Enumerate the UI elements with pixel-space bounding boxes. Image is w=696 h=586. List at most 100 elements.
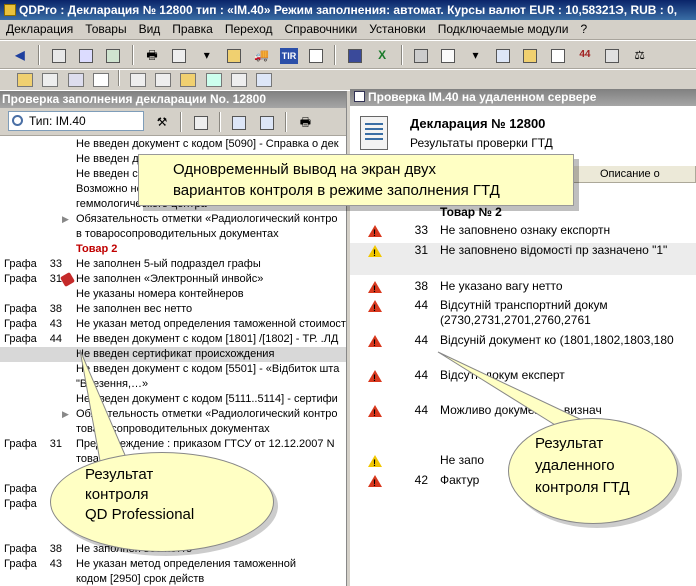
list-item[interactable]: Графа 44 Не введен документ с кодом [1801]… <box>0 332 346 347</box>
list-item[interactable]: Не введен документ с кодом [5111..5114] … <box>0 392 346 407</box>
excel-icon[interactable]: X <box>372 45 392 65</box>
scales-icon[interactable]: ⚖ <box>630 45 650 65</box>
list-item[interactable]: "Ввезення,…» <box>0 377 346 392</box>
columns-icon[interactable] <box>155 73 172 87</box>
list-item[interactable]: Не указаны номера контейнеров <box>0 287 346 302</box>
list-item[interactable]: Графа 33 Не заполнен 5-ый подраздел графы <box>0 257 346 272</box>
app-icon <box>4 4 16 16</box>
frame-icon[interactable] <box>438 45 458 65</box>
help-icon[interactable] <box>256 73 273 87</box>
list-item[interactable]: ▶ Обязательность отметки «Радиологический… <box>0 212 346 227</box>
pencil-icon[interactable] <box>59 271 76 288</box>
list-item[interactable]: Не введен документ с кодом [5501] - «Від… <box>0 362 346 377</box>
menu-item[interactable]: Товары <box>79 20 132 39</box>
layout-icon[interactable] <box>67 73 84 87</box>
expand-arrow-icon[interactable]: ▶ <box>62 212 69 227</box>
paste-icon[interactable] <box>76 45 96 65</box>
result-row[interactable]: 44 Відсуній документ кo (1801,1802,1803,1… <box>350 333 696 365</box>
menu-item[interactable]: Вид <box>133 20 167 39</box>
checklist-icon[interactable] <box>548 45 568 65</box>
field-number: 38 <box>49 303 62 315</box>
check-message: Не заполнен вес нетто <box>76 303 193 315</box>
list-item[interactable]: Графа 43 Не указан метод определения тамож… <box>0 317 346 332</box>
results-subtitle: Результаты проверки ГТД <box>410 136 553 150</box>
list-item[interactable]: Графа 31 Предупреждение : приказом ГТСУ от… <box>0 437 346 452</box>
result-row[interactable]: 44 Відсутн докум експерт <box>350 368 696 400</box>
grid-small-icon[interactable] <box>231 73 248 87</box>
menu-item[interactable]: Справочники <box>279 20 364 39</box>
result-number: 38 <box>414 279 428 293</box>
print-icon[interactable]: 🖶 <box>295 112 315 132</box>
field-label: Графа <box>4 558 37 570</box>
open-icon[interactable] <box>17 73 33 87</box>
list-item[interactable]: Не введен сертификат происхождения <box>0 347 346 362</box>
badge-44-button[interactable]: 44 <box>575 45 595 65</box>
dropdown-arrow-icon[interactable]: ▾ <box>197 45 217 65</box>
field-number: 43 <box>49 558 62 570</box>
view-icon[interactable] <box>129 73 146 87</box>
calendar-icon[interactable] <box>493 45 513 65</box>
window-icon <box>354 91 365 102</box>
callout-banner-line1: Одновременный вывод на экран двух <box>173 161 436 178</box>
result-number: 31 <box>414 243 428 257</box>
list-item[interactable]: товаросопроводительных документах <box>0 422 346 437</box>
history-icon[interactable] <box>42 73 59 87</box>
menu-item[interactable]: ? <box>574 20 593 39</box>
toolbar-separator <box>285 112 288 132</box>
list-item[interactable]: Товар 2 <box>0 242 346 257</box>
list-item[interactable]: в товаросопроводительных документах <box>0 227 346 242</box>
chip-icon[interactable] <box>224 45 244 65</box>
list-item[interactable]: кодом [2950] срок действ <box>0 572 346 586</box>
field-label: Графа <box>4 498 37 510</box>
result-message: Товар № 2 <box>440 205 502 219</box>
list-icon[interactable] <box>93 73 110 87</box>
copy-icon[interactable] <box>49 45 69 65</box>
list-item[interactable]: Графа 43 Не указан метод определения тамож… <box>0 557 346 572</box>
menu-item[interactable]: Переход <box>219 20 279 39</box>
field-number: 33 <box>49 258 62 270</box>
check-message: Не указаны номера контейнеров <box>76 288 244 300</box>
result-row[interactable]: 33 Не заповнено ознаку експортн <box>350 223 696 241</box>
result-row[interactable]: 38 Не указано вагу нетто <box>350 279 696 297</box>
app-title: QDPro : Декларация № 12800 тип : «IM.40»… <box>19 3 678 17</box>
dropdown-arrow-icon[interactable]: ▾ <box>466 45 486 65</box>
save-icon[interactable] <box>345 45 365 65</box>
result-row[interactable]: Товар № 2 <box>350 205 696 223</box>
list-item[interactable]: Графа 38 Не заполнен вес нетто <box>0 302 346 317</box>
field-label: Графа <box>4 273 37 285</box>
export-icon[interactable] <box>229 112 249 132</box>
back-icon[interactable]: ◀ <box>10 45 30 65</box>
right-window-title-bar: Проверка IM.40 на удаленном сервере <box>350 89 696 106</box>
tir-button[interactable]: TIR <box>279 45 299 65</box>
folder-icon[interactable] <box>520 45 540 65</box>
calculator-icon[interactable] <box>411 45 431 65</box>
warning-red-icon <box>368 475 382 491</box>
check-message: Не введен документ с кодом [1801] /[1802… <box>76 333 339 345</box>
menu-item[interactable]: Правка <box>166 20 219 39</box>
toolbar-separator <box>334 45 337 65</box>
warning-red-icon <box>368 370 382 386</box>
field-number: 38 <box>49 543 62 555</box>
type-field[interactable]: Тип: IM.40 <box>8 111 144 131</box>
truck-icon[interactable]: 🚚 <box>251 45 271 65</box>
result-row[interactable]: 44 Відсутній транспортний докум (2730,273… <box>350 298 696 330</box>
chip-small-icon[interactable] <box>180 73 197 87</box>
copy-icon[interactable] <box>191 112 211 132</box>
tools-icon[interactable]: ⚒ <box>152 112 172 132</box>
grid-icon[interactable] <box>103 45 123 65</box>
list-item[interactable]: Не введен документ с кодом [5090] - Спра… <box>0 137 346 152</box>
cart-icon[interactable] <box>205 73 222 87</box>
print-icon[interactable]: 🖶 <box>142 45 162 65</box>
menu-item[interactable]: Установки <box>363 20 431 39</box>
document-icon[interactable] <box>306 45 326 65</box>
tree-icon[interactable] <box>602 45 622 65</box>
list-item[interactable]: Графа 31 Не заполнен «Электронный инвойс» <box>0 271 346 288</box>
menu-item[interactable]: Декларация <box>0 20 79 39</box>
field-number: 43 <box>49 318 62 330</box>
list-item[interactable]: ▶ Обязательность отметки «Радиологический… <box>0 407 346 422</box>
import-icon[interactable] <box>257 112 277 132</box>
menu-item[interactable]: Подключаемые модули <box>432 20 575 39</box>
table-icon[interactable] <box>169 45 189 65</box>
result-row[interactable]: 31 Не заповнено відомості пр зазначено "1… <box>350 243 696 275</box>
expand-arrow-icon[interactable]: ▶ <box>62 407 69 422</box>
